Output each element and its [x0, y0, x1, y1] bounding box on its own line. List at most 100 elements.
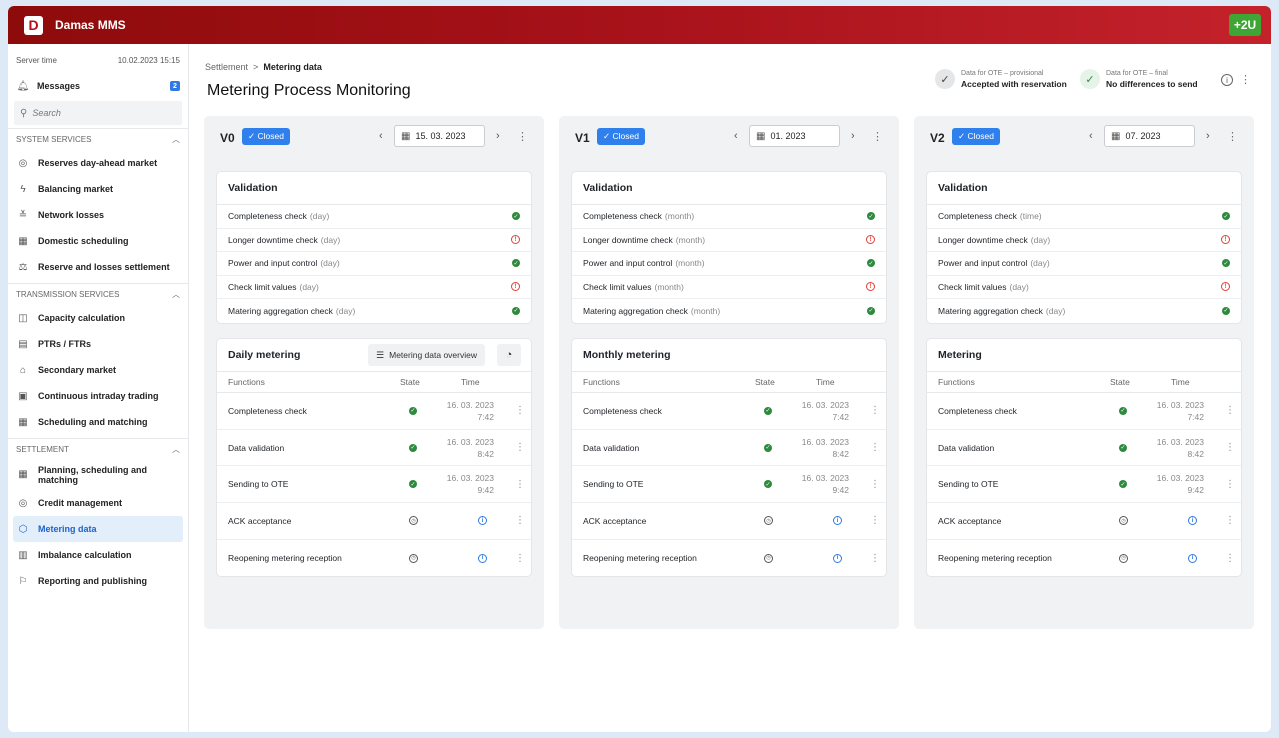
function-name: Sending to OTE: [583, 479, 644, 490]
info-icon[interactable]: i: [478, 516, 487, 526]
more-vertical-icon[interactable]: ⋮: [517, 130, 528, 143]
function-time: 16. 03. 2023 7:42: [439, 399, 494, 423]
validation-period: (day): [320, 258, 340, 269]
status-label: Data for OTE – final: [1106, 69, 1168, 77]
status-ok-icon: ✓: [867, 212, 875, 221]
function-row: Reopening metering reception ◷ i ⋮: [927, 540, 1241, 577]
closed-badge: ✓ Closed: [597, 128, 645, 145]
more-vertical-icon[interactable]: ⋮: [515, 442, 525, 453]
function-name: Reopening metering reception: [938, 553, 1052, 564]
sidebar-item-scheduling-matching[interactable]: ▦ Scheduling and matching: [8, 409, 188, 435]
sidebar-item-planning-scheduling[interactable]: ▦ Planning, scheduling and matching: [8, 460, 188, 490]
metering-overview-button[interactable]: ☰ Metering data overview: [368, 344, 485, 366]
sidebar-item-ptrs-ftrs[interactable]: ▤ PTRs / FTRs: [8, 331, 188, 357]
more-vertical-icon[interactable]: ⋮: [515, 479, 525, 490]
sidebar-item-balancing-market[interactable]: ϟ Balancing market: [8, 176, 188, 202]
function-name: Sending to OTE: [938, 479, 999, 490]
function-name: Completeness check: [228, 405, 307, 416]
validation-name: Completeness check: [583, 211, 662, 222]
validation-period: (day): [1030, 234, 1051, 245]
more-vertical-icon[interactable]: ⋮: [1225, 553, 1235, 564]
card-title: Validation: [217, 172, 531, 205]
server-time-label: Server time: [16, 56, 57, 65]
sidebar-item-imbalance-calculation[interactable]: ▥ Imbalance calculation: [8, 542, 188, 568]
info-icon[interactable]: i: [833, 516, 842, 526]
function-date: 16. 03. 2023: [801, 436, 849, 447]
more-vertical-icon[interactable]: ⋮: [515, 553, 525, 564]
clock-icon: ◷: [1119, 553, 1128, 563]
more-vertical-icon[interactable]: ⋮: [870, 515, 880, 526]
function-row: Sending to OTE ✓ 16. 03. 2023 9:42 ⋮: [217, 466, 531, 504]
more-vertical-icon[interactable]: ⋮: [870, 553, 880, 564]
date-picker[interactable]: ▦ 07. 2023: [1104, 125, 1195, 147]
sidebar-item-credit-management[interactable]: ◎ Credit management: [8, 490, 188, 516]
sidebar-item-network-losses[interactable]: ≚ Network losses: [8, 202, 188, 228]
info-icon[interactable]: i: [833, 553, 842, 563]
sidebar-item-label: Network losses: [38, 210, 105, 220]
coins-icon: ◎: [18, 157, 28, 169]
sidebar-item-continuous-intraday[interactable]: ▣ Continuous intraday trading: [8, 383, 188, 409]
function-hour: 7:42: [832, 411, 849, 422]
section-transmission-services[interactable]: TRANSMISSION SERVICES ︿: [8, 283, 188, 305]
sidebar-item-label: Continuous intraday trading: [38, 391, 159, 401]
brand-button[interactable]: +2U: [1229, 14, 1261, 36]
messages-item[interactable]: 🔔︎ Messages 2: [8, 73, 188, 99]
more-vertical-icon[interactable]: ⋮: [1225, 442, 1235, 453]
more-vertical-icon[interactable]: ⋮: [1227, 130, 1238, 143]
section-title: SYSTEM SERVICES: [16, 135, 92, 144]
more-vertical-icon[interactable]: ⋮: [515, 515, 525, 526]
function-time: 16. 03. 2023 7:42: [1149, 399, 1204, 423]
chevron-right-icon[interactable]: ›: [1206, 130, 1210, 142]
function-hour: 9:42: [832, 485, 849, 496]
search-input[interactable]: ⚲ Search: [14, 101, 182, 125]
more-vertical-icon[interactable]: ⋮: [1240, 73, 1251, 86]
more-vertical-icon[interactable]: ⋮: [872, 130, 883, 143]
more-vertical-icon[interactable]: ⋮: [515, 405, 525, 416]
more-vertical-icon[interactable]: ⋮: [870, 479, 880, 490]
metering-header: Metering: [927, 339, 1241, 372]
status-ok-icon: ✓: [1222, 212, 1230, 221]
info-icon[interactable]: i: [1188, 516, 1197, 526]
sidebar-item-reserves-day-ahead[interactable]: ◎ Reserves day-ahead market: [8, 150, 188, 176]
sidebar-item-domestic-scheduling[interactable]: ▦ Domestic scheduling: [8, 228, 188, 254]
info-icon[interactable]: i: [1188, 553, 1197, 563]
sidebar-item-metering-data[interactable]: ⬡ Metering data: [13, 516, 183, 542]
validation-name: Power and input control: [583, 258, 673, 269]
section-system-services[interactable]: SYSTEM SERVICES ︿: [8, 128, 188, 150]
validation-name: Power and input control: [938, 258, 1028, 269]
status-label: Data for OTE – provisional: [961, 69, 1044, 77]
chevron-left-icon[interactable]: ‹: [734, 130, 738, 142]
sidebar-item-secondary-market[interactable]: ⌂ Secondary market: [8, 357, 188, 383]
date-picker[interactable]: ▦ 15. 03. 2023: [394, 125, 485, 147]
chevron-right-icon[interactable]: ›: [496, 130, 500, 142]
status-ok-icon: ✓: [512, 212, 520, 221]
date-picker[interactable]: ▦ 01. 2023: [749, 125, 840, 147]
app-logo[interactable]: D: [24, 15, 43, 35]
breadcrumb-parent[interactable]: Settlement: [205, 62, 248, 72]
sidebar-item-capacity-calculation[interactable]: ◫ Capacity calculation: [8, 305, 188, 331]
coins-icon: ◎: [18, 497, 28, 509]
function-row: Reopening metering reception ◷ i ⋮: [217, 540, 531, 577]
info-icon[interactable]: i: [1221, 74, 1233, 86]
sidebar-item-reserve-losses-settlement[interactable]: ⚖ Reserve and losses settlement: [8, 254, 188, 280]
more-vertical-icon[interactable]: ⋮: [870, 442, 880, 453]
info-icon[interactable]: i: [478, 553, 487, 563]
section-settlement[interactable]: SETTLEMENT ︿: [8, 438, 188, 460]
more-vertical-icon[interactable]: ⋮: [1225, 479, 1235, 490]
status-ok-icon: ✓: [512, 259, 520, 268]
more-vertical-icon[interactable]: ⋮: [870, 405, 880, 416]
card-title: Monthly metering: [583, 349, 671, 361]
more-vertical-icon[interactable]: ⋮: [1225, 405, 1235, 416]
breadcrumb-current: Metering data: [263, 62, 322, 72]
column-header-functions: Functions: [228, 377, 265, 387]
calendar-clock-icon: ▦: [18, 469, 28, 480]
chevron-left-icon[interactable]: ‹: [379, 130, 383, 142]
sidebar-item-reporting-publishing[interactable]: ⚐ Reporting and publishing: [8, 568, 188, 594]
chevron-right-icon[interactable]: ›: [851, 130, 855, 142]
pie-chart-button[interactable]: ◔: [497, 344, 521, 366]
more-vertical-icon[interactable]: ⋮: [1225, 515, 1235, 526]
status-error-icon: !: [866, 235, 875, 245]
chevron-up-icon: ︿: [172, 290, 180, 299]
chevron-left-icon[interactable]: ‹: [1089, 130, 1093, 142]
scale-icon: ⚖: [18, 261, 28, 273]
